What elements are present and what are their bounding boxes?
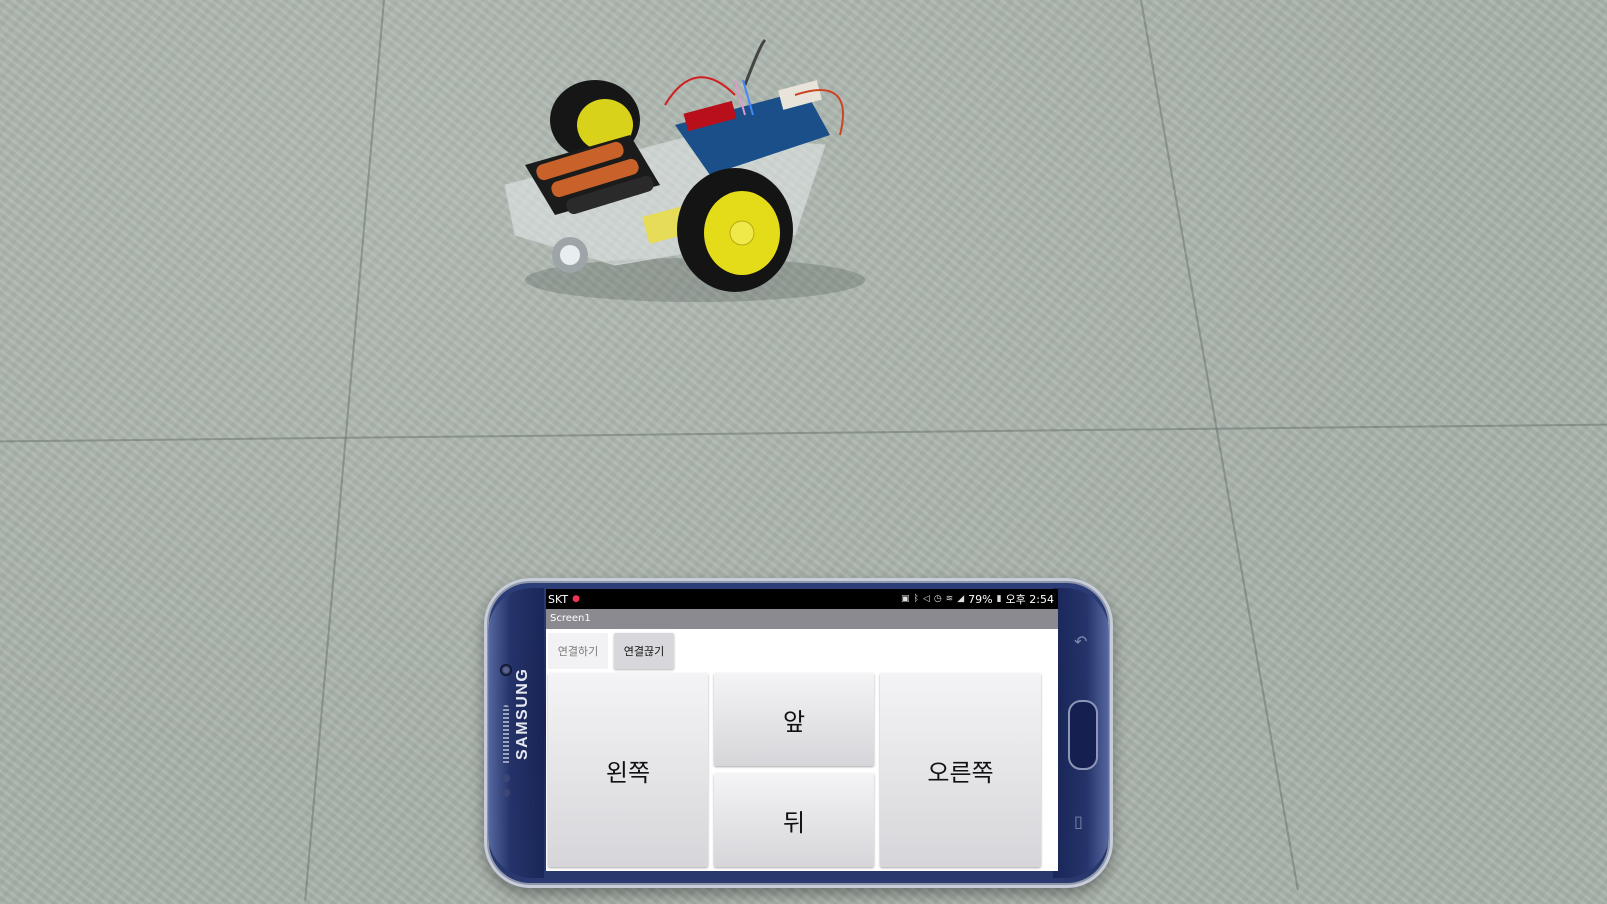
connection-toolbar: 연결하기 연결끊기: [546, 629, 1058, 673]
battery-percent: 79%: [968, 592, 993, 606]
mute-icon: ◁: [922, 594, 930, 604]
earpiece-speaker: [503, 705, 509, 765]
clock: 오후 2:54: [1005, 593, 1054, 606]
robot-car-image: [504, 38, 865, 302]
front-camera: [500, 664, 512, 676]
nfc-icon: ▣: [900, 594, 910, 604]
proximity-sensor: [502, 774, 510, 782]
app-title-bar: Screen1: [546, 609, 1058, 629]
disconnect-button[interactable]: 연결끊기: [614, 633, 674, 669]
carrier-label: SKT: [548, 592, 569, 606]
background-photo: SAMSUNG ↶ ▯ SKT ● ▣ ᛒ ◁ ◷ ≋ ◢ 79% ▮ 오후 2…: [0, 0, 1607, 904]
alarm-icon: ◷: [933, 594, 942, 604]
direction-controls: 왼쪽 앞 뒤 오른쪽: [546, 673, 1058, 871]
floor-seam: [0, 423, 1607, 443]
floor-seam: [1140, 0, 1299, 891]
connect-button[interactable]: 연결하기: [548, 633, 608, 669]
bluetooth-icon: ᛒ: [913, 594, 919, 604]
signal-icon: ◢: [957, 594, 965, 604]
right-button[interactable]: 오른쪽: [880, 673, 1041, 867]
notification-icon: ●: [572, 594, 580, 604]
brand-logo: SAMSUNG: [514, 667, 531, 760]
back-key-icon[interactable]: ↶: [1074, 632, 1087, 651]
light-sensor: [502, 789, 510, 797]
wifi-icon: ≋: [945, 594, 954, 604]
phone-screen: SKT ● ▣ ᛒ ◁ ◷ ≋ ◢ 79% ▮ 오후 2:54 Screen1 …: [546, 589, 1058, 871]
status-bar: SKT ● ▣ ᛒ ◁ ◷ ≋ ◢ 79% ▮ 오후 2:54: [546, 589, 1058, 609]
recent-apps-icon[interactable]: ▯: [1074, 812, 1083, 831]
battery-icon: ▮: [996, 594, 1002, 604]
floor-seam: [304, 0, 385, 901]
home-button[interactable]: [1068, 700, 1098, 770]
left-button[interactable]: 왼쪽: [548, 673, 708, 867]
forward-button[interactable]: 앞: [714, 673, 874, 766]
back-button[interactable]: 뒤: [714, 773, 874, 867]
